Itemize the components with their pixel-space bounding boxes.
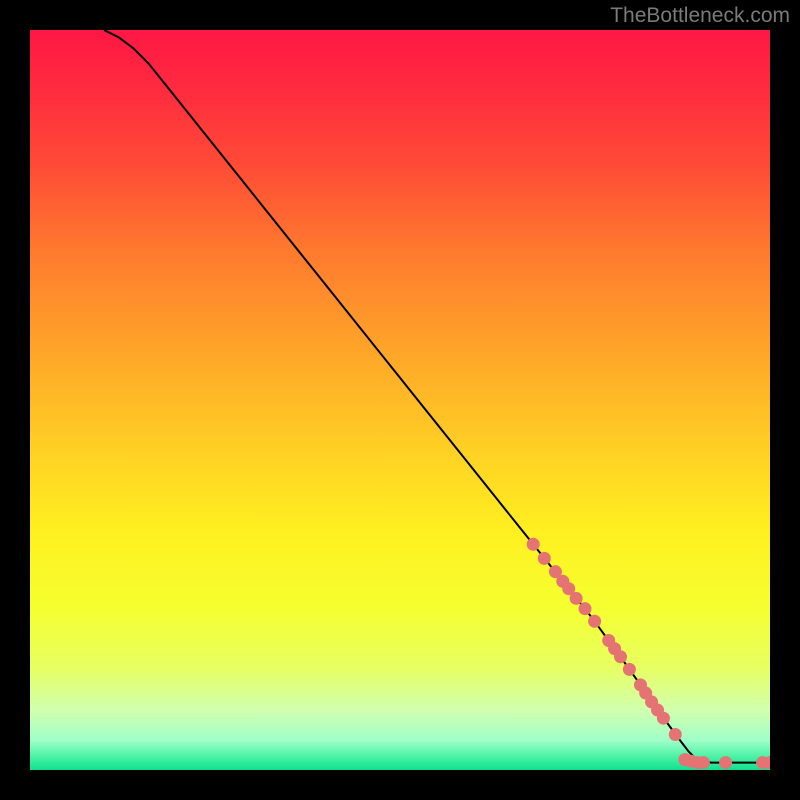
data-point xyxy=(657,712,670,725)
chart-svg xyxy=(30,30,770,770)
data-point xyxy=(579,602,592,615)
gradient-background xyxy=(30,30,770,770)
data-point xyxy=(623,663,636,676)
plot-area xyxy=(30,30,770,770)
data-point xyxy=(719,756,732,769)
data-point xyxy=(614,650,627,663)
chart-container: TheBottleneck.com xyxy=(0,0,800,800)
data-point xyxy=(570,592,583,605)
data-point xyxy=(588,615,601,628)
watermark-text: TheBottleneck.com xyxy=(610,4,790,28)
data-point xyxy=(669,728,682,741)
data-point xyxy=(697,756,710,769)
data-point xyxy=(538,552,551,565)
data-point xyxy=(527,538,540,551)
